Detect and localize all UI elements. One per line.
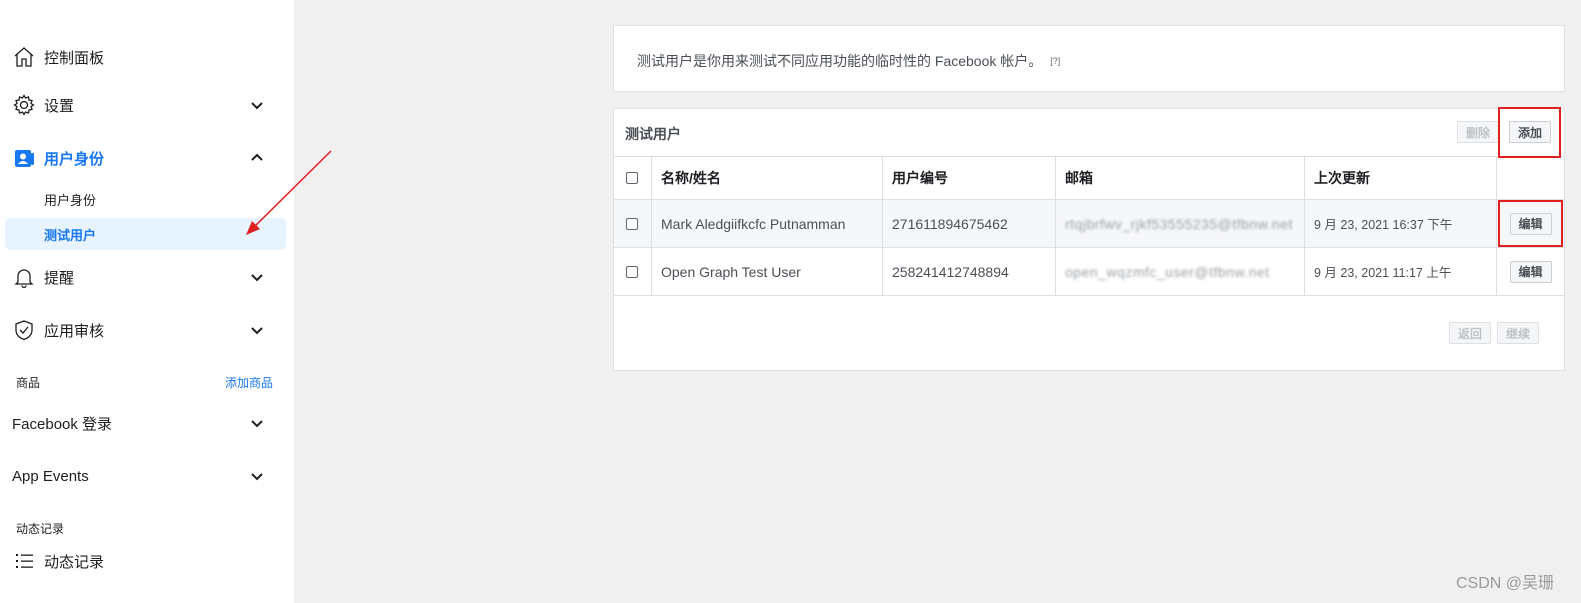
chevron-down-icon <box>251 473 263 481</box>
info-description: 测试用户是你用来测试不同应用功能的临时性的 Facebook 帐户。 <box>637 53 1043 69</box>
chevron-down-icon <box>251 327 263 335</box>
watermark: CSDN @吴珊 <box>1455 575 1554 592</box>
back-button[interactable]: 返回 <box>1449 322 1491 344</box>
home-icon <box>12 45 36 69</box>
select-all-checkbox[interactable] <box>626 172 638 184</box>
sidebar-subitem-roles[interactable]: 用户身份 <box>5 183 286 215</box>
user-id: 271611894675462 <box>883 200 1056 247</box>
table-row: Open Graph Test User 258241412748894 ope… <box>614 248 1564 296</box>
user-email: open_wqzmfc_user@tfbnw.net <box>1065 263 1270 280</box>
delete-button[interactable]: 删除 <box>1457 121 1499 143</box>
header-actions <box>1497 157 1564 199</box>
sidebar-item-label: Facebook 登录 <box>12 415 113 433</box>
sidebar: 控制面板 设置 用户身份 用户身份 测试用户 提醒 应用审核 商品 添加商品 F… <box>0 0 294 603</box>
select-all-cell <box>614 157 652 199</box>
chevron-down-icon <box>251 420 263 428</box>
sidebar-item-roles[interactable]: 用户身份 <box>0 138 294 178</box>
products-section-label: 商品 <box>16 376 41 390</box>
info-card: 测试用户是你用来测试不同应用功能的临时性的 Facebook 帐户。 [?] <box>613 25 1565 92</box>
header-email[interactable]: 邮箱 <box>1056 157 1305 199</box>
sidebar-item-app-review[interactable]: 应用审核 <box>0 310 294 350</box>
user-email-cell: rtqjbrfwv_rjkf53555235@tfbnw.net <box>1056 200 1305 247</box>
row-checkbox[interactable] <box>626 217 638 230</box>
continue-button[interactable]: 继续 <box>1497 322 1539 344</box>
user-id: 258241412748894 <box>883 248 1056 295</box>
user-updated: 9 月 23, 2021 11:17 上午 <box>1305 248 1497 295</box>
sidebar-subitem-test-users[interactable]: 测试用户 <box>5 218 286 250</box>
gear-icon <box>12 93 36 117</box>
edit-button-highlight <box>1498 200 1563 247</box>
row-actions: 编辑 <box>1497 248 1564 295</box>
row-select-cell <box>614 200 652 247</box>
add-product-link[interactable]: 添加商品 <box>225 374 273 391</box>
chevron-down-icon <box>251 274 263 282</box>
user-email-cell: open_wqzmfc_user@tfbnw.net <box>1056 248 1305 295</box>
shield-check-icon <box>12 318 36 342</box>
add-button-highlight <box>1498 107 1561 158</box>
user-name: Open Graph Test User <box>652 248 883 295</box>
info-text: 测试用户是你用来测试不同应用功能的临时性的 Facebook 帐户。 [?] <box>637 51 1060 71</box>
user-updated: 9 月 23, 2021 16:37 下午 <box>1305 200 1497 247</box>
list-icon <box>12 549 36 573</box>
sidebar-item-label: 控制面板 <box>44 49 105 67</box>
panel-title: 测试用户 <box>625 126 681 142</box>
test-users-panel: 测试用户 删除 添加 名称/姓名 用户编号 邮箱 上次更新 Mark Aledg… <box>613 108 1565 371</box>
sidebar-item-label: 应用审核 <box>44 322 105 340</box>
table-header-row: 名称/姓名 用户编号 邮箱 上次更新 <box>614 157 1564 200</box>
user-badge-icon <box>12 146 36 170</box>
sidebar-item-label: 设置 <box>44 97 75 115</box>
header-name[interactable]: 名称/姓名 <box>652 157 883 199</box>
test-users-table: 名称/姓名 用户编号 邮箱 上次更新 Mark Aledgiifkcfc Put… <box>614 156 1564 296</box>
row-select-cell <box>614 248 652 295</box>
row-checkbox[interactable] <box>626 265 638 278</box>
user-email: rtqjbrfwv_rjkf53555235@tfbnw.net <box>1065 215 1293 232</box>
sidebar-item-label: App Events <box>12 467 89 485</box>
chevron-up-icon <box>251 153 263 161</box>
user-name: Mark Aledgiifkcfc Putnamman <box>652 200 883 247</box>
table-row: Mark Aledgiifkcfc Putnamman 271611894675… <box>614 200 1564 248</box>
activity-section-label: 动态记录 <box>16 522 65 536</box>
header-updated[interactable]: 上次更新 <box>1305 157 1497 199</box>
sidebar-item-settings[interactable]: 设置 <box>0 85 294 125</box>
help-link[interactable]: [?] <box>1050 56 1060 66</box>
sidebar-item-app-events[interactable]: App Events <box>0 456 294 496</box>
edit-button[interactable]: 编辑 <box>1509 260 1552 283</box>
sidebar-item-label: 动态记录 <box>44 553 105 571</box>
sidebar-item-label: 用户身份 <box>44 150 105 168</box>
sidebar-item-alerts[interactable]: 提醒 <box>0 257 294 297</box>
sidebar-item-facebook-login[interactable]: Facebook 登录 <box>0 403 294 443</box>
sidebar-item-dashboard[interactable]: 控制面板 <box>0 37 294 77</box>
header-user-id[interactable]: 用户编号 <box>883 157 1056 199</box>
sidebar-item-label: 提醒 <box>44 269 75 287</box>
bell-icon <box>12 265 36 289</box>
chevron-down-icon <box>251 102 263 110</box>
sidebar-item-activity-log[interactable]: 动态记录 <box>0 541 294 581</box>
